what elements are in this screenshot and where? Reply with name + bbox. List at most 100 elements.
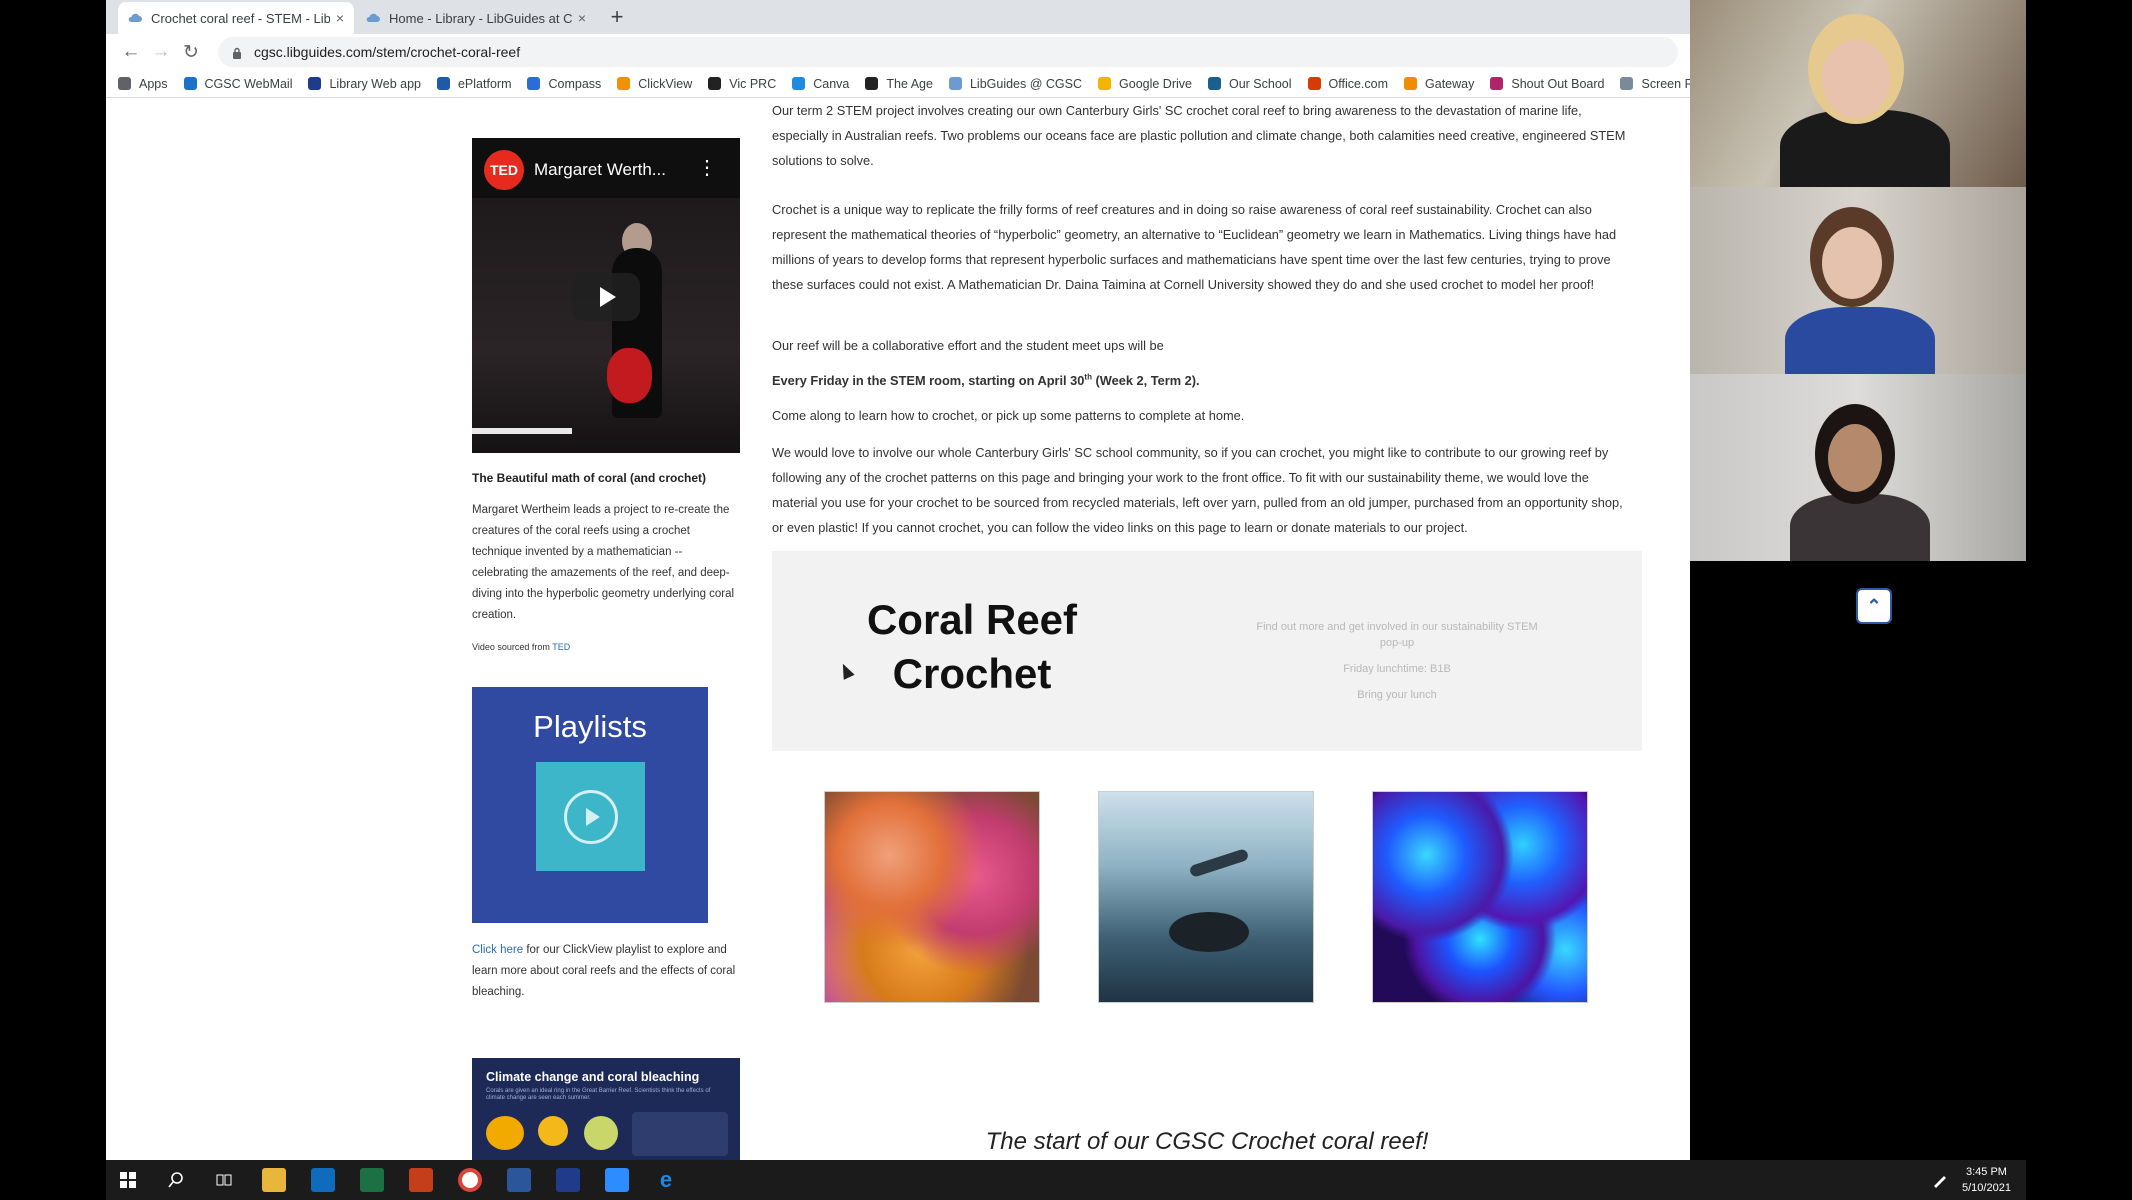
close-tab-icon[interactable]: × [578,10,586,26]
url-text: cgsc.libguides.com/stem/crochet-coral-re… [254,44,521,60]
bookmark-favicon-icon [1620,77,1634,90]
coral-reef-crochet-banner: Coral Reef Crochet Find out more and get… [772,551,1642,751]
banner-title: Coral Reef Crochet [866,596,1078,697]
more-options-icon[interactable]: ⋮ [697,158,717,178]
task-view-icon[interactable] [212,1168,236,1192]
bookmark-favicon-icon [1490,77,1504,90]
forward-button[interactable]: → [146,41,176,63]
tab-crochet-coral-reef[interactable]: Crochet coral reef - STEM - LibG × [118,2,354,34]
bookmark-favicon-icon [1098,77,1112,90]
bookmark-screen-recc[interactable]: Screen Recc [1620,77,1690,91]
bookmark-libguides-cgsc[interactable]: LibGuides @ CGSC [948,77,1082,91]
tab-bar: Crochet coral reef - STEM - LibG × Home … [106,0,1690,34]
playlists-image[interactable]: Playlists [472,687,708,923]
file-explorer-icon[interactable] [262,1168,286,1192]
video-description: Margaret Wertheim leads a project to re-… [472,504,735,621]
bookmark-library-web-app[interactable]: Library Web app [308,77,421,91]
participant-video-2 [1690,187,2026,374]
library-app-icon[interactable] [556,1168,580,1192]
video-title[interactable]: Margaret Werth... [534,160,666,180]
bookmark-our-school[interactable]: Our School [1207,77,1292,91]
ted-video-player[interactable]: TED Margaret Werth... ⋮ [472,138,740,453]
word-icon[interactable] [507,1168,531,1192]
crochet-coral-photo [824,791,1040,1003]
ted-link[interactable]: TED [552,642,570,652]
coral-polyps-photo [1372,791,1588,1003]
meetup-date: Every Friday in the STEM room, starting … [772,372,1200,388]
video-credit: Video sourced from TED [472,642,571,652]
new-tab-button[interactable]: + [604,4,630,30]
bookmark-office-com[interactable]: Office.com [1307,77,1388,91]
community-paragraph: We would love to involve our whole Cante… [772,445,1623,535]
climate-change-infographic[interactable]: Climate change and coral bleaching Coral… [472,1058,740,1160]
bookmark-vic-prc[interactable]: Vic PRC [708,77,776,91]
browser-window: Crochet coral reef - STEM - LibG × Home … [106,0,1690,1160]
libguides-cloud-icon [128,11,142,25]
click-here-link[interactable]: Click here [472,944,523,956]
libguide-page: TED Margaret Werth... ⋮ The Beautiful ma… [106,99,1690,1160]
playlist-description: Click here for our ClickView playlist to… [472,944,736,998]
bookmark-favicon-icon [708,77,722,90]
back-button[interactable]: ← [116,41,146,63]
bookmark-favicon-icon [792,77,806,90]
bookmark-favicon-icon [436,77,450,90]
bookmark-favicon-icon [183,77,197,90]
bookmark-favicon-icon [948,77,962,90]
bookmark-eplatform[interactable]: ePlatform [436,77,511,91]
powerpoint-icon[interactable] [409,1168,433,1192]
lock-icon [232,46,242,59]
play-icon [600,287,616,307]
search-icon[interactable] [164,1168,188,1192]
tab-home-library[interactable]: Home - Library - LibGuides at Ca × [356,2,596,34]
desktop: Crochet coral reef - STEM - LibG × Home … [0,0,2132,1200]
video-frame [472,198,740,453]
bookmark-favicon-icon [118,77,131,90]
windows-taskbar: e 3:45 PM 5/10/2021 [106,1160,2026,1200]
video-heading: The Beautiful math of coral (and crochet… [472,471,707,485]
bookmark-favicon-icon [617,77,631,90]
crochet-paragraph: Crochet is a unique way to replicate the… [772,202,1617,292]
meetup-paragraph: Our reef will be a collaborative effort … [772,338,1164,353]
reload-button[interactable]: ↻ [176,41,206,64]
participant-video-1 [1690,0,2026,187]
reef-caption: The start of our CGSC Crochet coral reef… [985,1128,1429,1155]
bookmark-favicon-icon [1307,77,1321,90]
intro-paragraph: Our term 2 STEM project involves creatin… [772,103,1626,168]
windows-start-icon[interactable] [116,1168,140,1192]
bookmark-favicon-icon [1207,77,1221,90]
back-to-top-button[interactable]: ⌃ [1856,588,1892,624]
outlook-icon[interactable] [311,1168,335,1192]
playlist-play-icon [536,762,645,871]
pen-icon[interactable] [1928,1168,1952,1192]
bookmark-shout-out-board[interactable]: Shout Out Board [1490,77,1604,91]
bookmark-clickview[interactable]: ClickView [617,77,692,91]
libguides-cloud-icon [366,11,380,25]
bookmarks-bar: Apps CGSC WebMail Library Web app ePlatform… [106,70,1690,98]
close-tab-icon[interactable]: × [336,10,344,26]
address-bar[interactable]: cgsc.libguides.com/stem/crochet-coral-re… [218,37,1678,67]
system-clock[interactable]: 3:45 PM 5/10/2021 [1962,1164,2011,1196]
playlists-title: Playlists [533,709,647,744]
infographic-title: Climate change and coral bleaching [486,1070,700,1084]
play-button[interactable] [572,273,640,321]
bookmark-google-drive[interactable]: Google Drive [1098,77,1192,91]
bookmark-apps[interactable]: Apps [118,77,168,91]
bookmark-favicon-icon [1404,77,1418,90]
bookmark-gateway[interactable]: Gateway [1404,77,1474,91]
banner-info: Find out more and get involved in our su… [1256,621,1538,701]
bookmark-compass[interactable]: Compass [527,77,601,91]
bookmark-favicon-icon [527,77,541,90]
browser-toolbar: ← → ↻ cgsc.libguides.com/stem/crochet-co… [106,34,1690,70]
ted-logo: TED [484,150,524,190]
bookmark-canva[interactable]: Canva [792,77,849,91]
excel-icon[interactable] [360,1168,384,1192]
bookmark-the-age[interactable]: The Age [865,77,933,91]
chrome-icon[interactable] [458,1168,482,1192]
come-along-paragraph: Come along to learn how to crochet, or p… [772,408,1245,423]
sea-turtle-photo [1098,791,1314,1003]
bookmark-cgsc-webmail[interactable]: CGSC WebMail [183,77,292,91]
internet-explorer-icon[interactable]: e [654,1167,678,1192]
bookmark-favicon-icon [865,77,879,90]
zoom-icon[interactable] [605,1168,629,1192]
bookmark-favicon-icon [308,77,322,90]
